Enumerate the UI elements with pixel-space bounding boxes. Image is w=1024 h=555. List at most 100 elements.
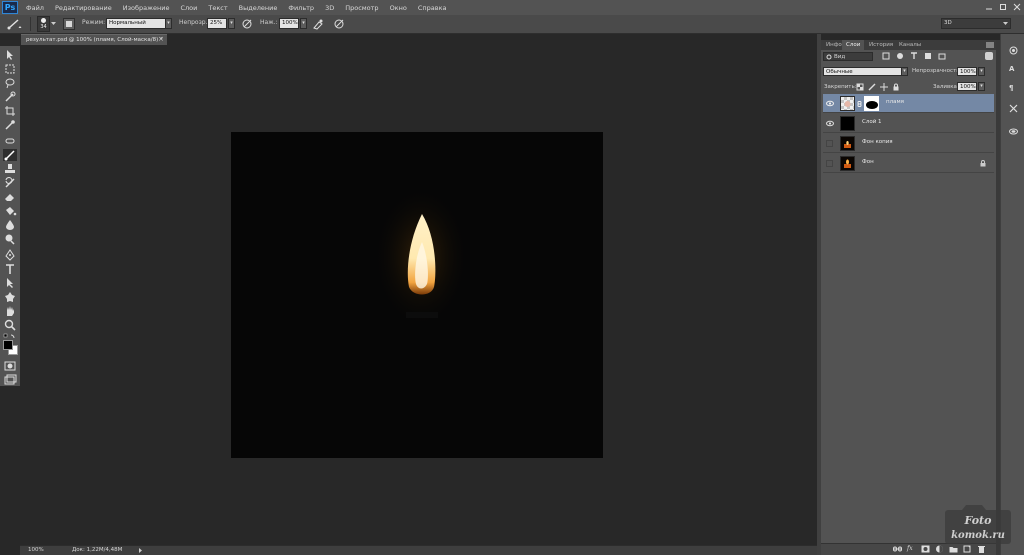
visibility-eye-icon[interactable] [826,120,834,127]
menu-view[interactable]: Просмотр [345,4,378,12]
filter-smart-object-icon[interactable] [938,52,946,60]
hand-tool-icon[interactable] [3,305,17,317]
document-tab[interactable]: результат.psd @ 100% (пламя, Слой-маска/… [21,34,167,45]
filter-type-icon[interactable] [910,52,918,60]
zoom-tool-icon[interactable] [3,319,17,331]
lasso-tool-icon[interactable] [3,77,17,89]
menu-help[interactable]: Справка [418,4,447,12]
filter-shape-icon[interactable] [924,52,932,60]
move-tool-icon[interactable] [3,49,17,61]
marquee-tool-icon[interactable] [3,63,17,75]
workspace-select[interactable]: 3D [941,18,1011,29]
type-tool-icon[interactable] [3,263,17,275]
paragraph-panel-icon[interactable]: ¶ [1009,84,1018,93]
layer-filter-select[interactable]: Вид [823,52,873,61]
quick-select-tool-icon[interactable] [3,91,17,103]
eraser-tool-icon[interactable] [3,191,17,203]
document-canvas[interactable] [231,132,603,458]
mode-select[interactable]: Нормальный [106,18,166,29]
visibility-toggle-off[interactable] [826,140,833,147]
foreground-color-swatch[interactable] [3,340,13,350]
menu-type[interactable]: Текст [208,4,227,12]
screen-mode-icon[interactable] [3,374,17,386]
tool-presets-icon[interactable] [1009,104,1018,113]
status-arrow-icon[interactable] [138,548,143,553]
mode-dropdown-icon[interactable]: ▾ [165,18,172,29]
menu-edit[interactable]: Редактирование [55,4,112,12]
filter-adjustment-icon[interactable] [896,52,904,60]
path-selection-tool-icon[interactable] [3,277,17,289]
filter-pixel-icon[interactable] [882,52,890,60]
history-brush-tool-icon[interactable] [3,177,17,189]
opacity-slider-icon[interactable]: ▾ [228,18,235,29]
adjustment-layer-icon[interactable] [935,545,944,553]
zoom-level[interactable]: 100% [28,547,44,553]
close-document-icon[interactable]: × [158,34,166,45]
flow-input[interactable]: 100% [279,18,299,29]
opacity-input[interactable]: 25% [207,18,227,29]
layer-row-layer1[interactable]: Слой 1 [823,114,994,133]
dodge-tool-icon[interactable] [3,233,17,245]
tab-history[interactable]: История [865,40,897,50]
layer-opacity-dropdown-icon[interactable]: ▾ [978,67,985,76]
menu-image[interactable]: Изображение [123,4,170,12]
color-panel-icon[interactable] [1009,46,1018,55]
layer-mask-thumbnail[interactable] [864,96,879,111]
lock-pixels-icon[interactable] [868,83,876,91]
clone-stamp-tool-icon[interactable] [3,163,17,175]
brush-preset-picker[interactable]: 34 [37,16,50,32]
brush-tool-icon[interactable] [3,149,17,161]
menu-select[interactable]: Выделение [239,4,278,12]
lock-transparency-icon[interactable] [856,83,864,91]
brush-tool-icon[interactable] [6,18,22,30]
menu-file[interactable]: Файл [26,4,44,12]
tab-layers[interactable]: Слои [842,40,865,50]
link-layers-icon[interactable] [893,545,902,553]
airbrush-icon[interactable] [312,18,324,30]
layer-style-icon[interactable]: fx [907,545,916,553]
healing-brush-tool-icon[interactable] [3,135,17,147]
pressure-size-icon[interactable] [333,18,345,30]
chevron-down-icon[interactable] [51,21,56,26]
menu-layers[interactable]: Слои [180,4,197,12]
pressure-opacity-icon[interactable] [241,18,253,30]
layer-row-background[interactable]: Фон [823,154,994,173]
restore-icon[interactable] [998,2,1008,12]
quick-mask-icon[interactable] [3,360,17,372]
flow-slider-icon[interactable]: ▾ [300,18,307,29]
brush-panel-toggle-icon[interactable] [63,18,75,30]
add-mask-icon[interactable] [921,545,930,553]
fill-dropdown-icon[interactable]: ▾ [978,82,985,91]
tab-channels[interactable]: Каналы [895,40,925,50]
menu-filter[interactable]: Фильтр [288,4,314,12]
paint-bucket-tool-icon[interactable] [3,205,17,217]
lock-all-icon[interactable] [892,83,900,91]
filter-toggle-icon[interactable] [985,52,993,60]
character-panel-icon[interactable]: A [1009,65,1018,74]
shape-tool-icon[interactable] [3,291,17,303]
crop-tool-icon[interactable] [3,105,17,117]
lock-position-icon[interactable] [880,83,888,91]
visibility-eye-icon[interactable] [826,100,834,107]
new-group-icon[interactable] [949,545,958,553]
layer-row-flame[interactable]: пламя [823,94,994,113]
mask-link-icon[interactable] [857,101,862,107]
layer-row-background-copy[interactable]: Фон копия [823,134,994,153]
new-layer-icon[interactable] [963,545,972,553]
panel-menu-icon[interactable] [986,42,994,48]
menu-3d[interactable]: 3D [325,4,334,12]
eyedropper-tool-icon[interactable] [3,119,17,131]
close-icon[interactable] [1012,2,1022,12]
fill-input[interactable]: 100% [957,82,977,91]
3d-panel-icon[interactable] [1009,127,1018,136]
visibility-toggle-off[interactable] [826,160,833,167]
minimize-icon[interactable] [984,2,994,12]
blend-mode-select[interactable]: Обычные [823,67,908,76]
layer-opacity-input[interactable]: 100% [957,67,977,76]
blur-tool-icon[interactable] [3,219,17,231]
pen-tool-icon[interactable] [3,249,17,261]
blend-mode-dropdown-icon[interactable]: ▾ [901,67,908,76]
menu-window[interactable]: Окно [390,4,407,12]
delete-layer-icon[interactable] [977,545,986,553]
workspace-dropdown-icon[interactable] [1003,21,1008,26]
